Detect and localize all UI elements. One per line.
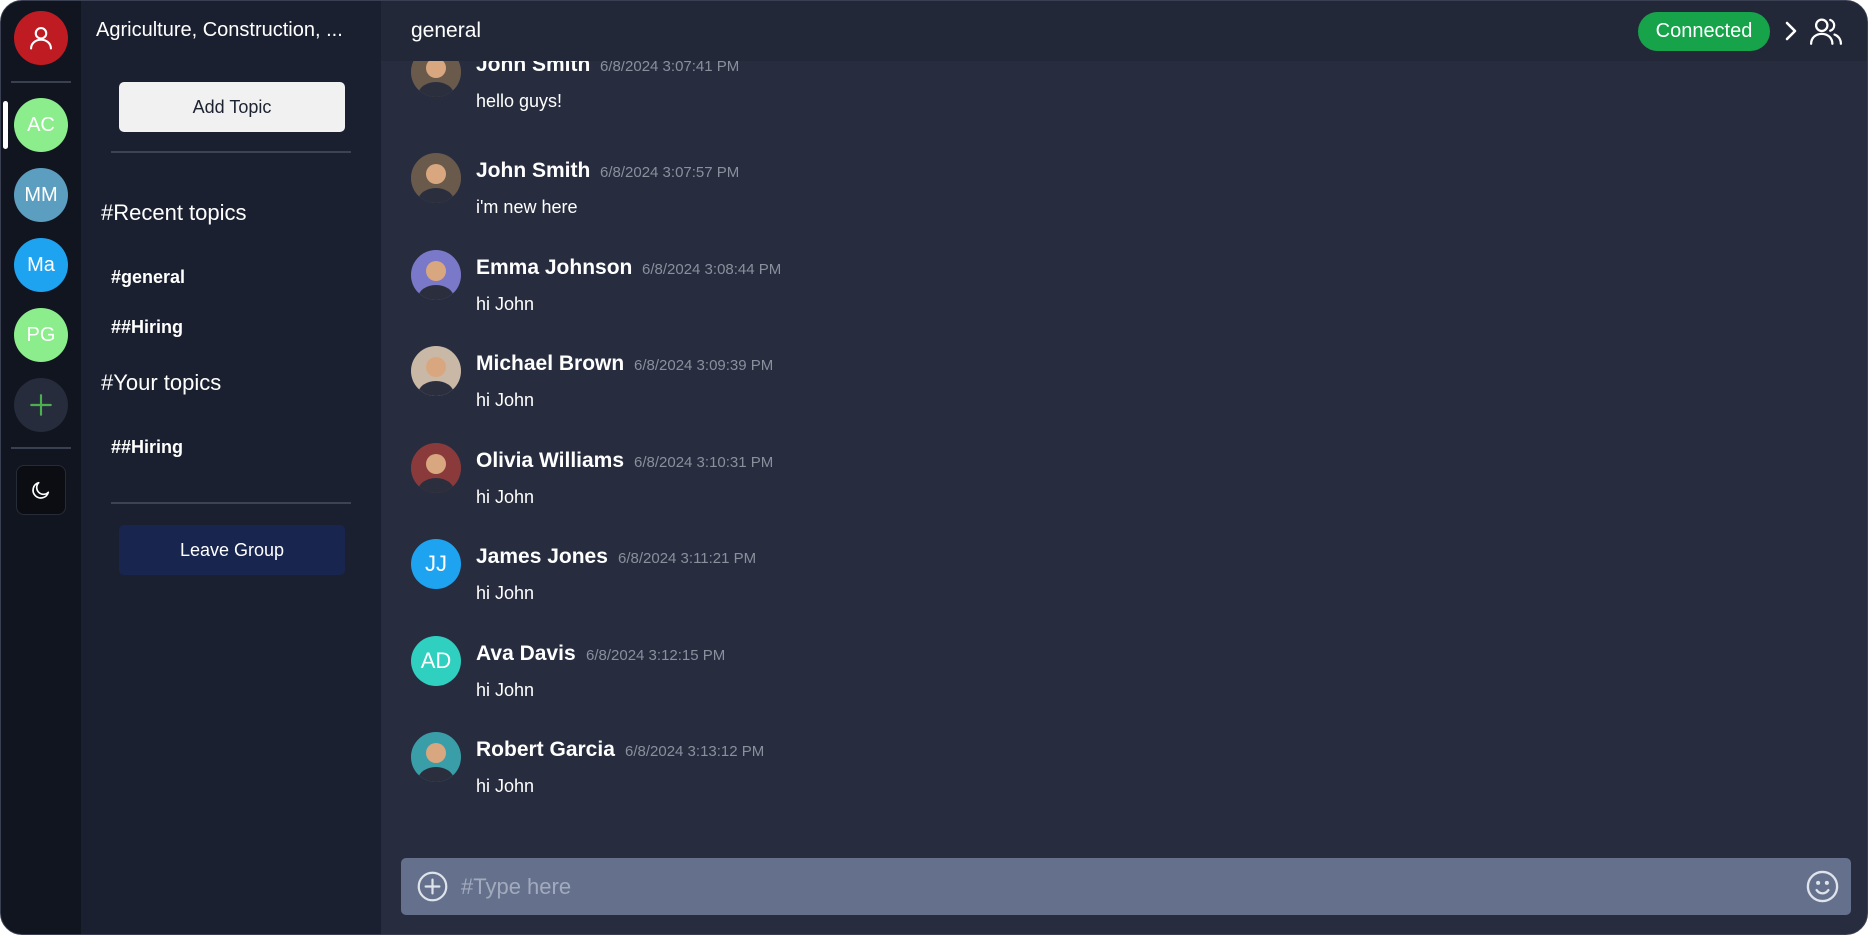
server-button-ac[interactable]: AC	[14, 98, 68, 152]
avatar	[411, 250, 461, 300]
add-server-button[interactable]	[14, 378, 68, 432]
user-photo-icon	[411, 346, 461, 396]
message-timestamp: 6/8/2024 3:11:21 PM	[618, 550, 757, 567]
active-server-indicator	[3, 101, 8, 149]
message-author: Emma Johnson	[476, 256, 633, 279]
members-button[interactable]	[1809, 14, 1843, 48]
message-timestamp: 6/8/2024 3:10:31 PM	[634, 454, 774, 471]
server-initials: MM	[24, 183, 58, 206]
leave-group-button[interactable]: Leave Group	[119, 525, 345, 575]
avatar	[411, 153, 461, 203]
plus-circle-icon	[417, 871, 448, 902]
message-item: John Smith 6/8/2024 3:07:41 PM hello guy…	[411, 61, 1811, 137]
message-author: John Smith	[476, 61, 591, 76]
message-timestamp: 6/8/2024 3:08:44 PM	[642, 261, 782, 278]
message-text: i'm new here	[476, 197, 578, 217]
message-author: James Jones	[476, 545, 608, 568]
topic-sidebar: Agriculture, Construction, ... Add Topic…	[81, 1, 381, 934]
add-topic-button[interactable]: Add Topic	[119, 82, 345, 132]
avatar	[411, 732, 461, 782]
expand-panel-button[interactable]	[1781, 17, 1801, 45]
message-author: John Smith	[476, 159, 591, 182]
message-composer	[401, 858, 1851, 915]
avatar: JJ	[411, 539, 461, 589]
emoji-button[interactable]	[1805, 869, 1840, 904]
moon-icon	[32, 481, 50, 499]
message-item: Emma Johnson 6/8/2024 3:08:44 PM hi John	[411, 250, 1811, 340]
message-item: Michael Brown 6/8/2024 3:09:39 PM hi Joh…	[411, 346, 1811, 436]
status-badge: Connected	[1638, 12, 1770, 51]
server-button-mm[interactable]: MM	[14, 168, 68, 222]
user-photo-icon	[411, 732, 461, 782]
message-item: AD Ava Davis 6/8/2024 3:12:15 PM hi John	[411, 636, 1811, 726]
message-author: Robert Garcia	[476, 738, 615, 761]
message-text: hi John	[476, 294, 535, 314]
app-window: AC MM Ma PG Agriculture, Construction, .…	[0, 0, 1868, 935]
server-button-pg[interactable]: PG	[14, 308, 68, 362]
avatar	[411, 61, 461, 97]
smiley-icon	[1806, 870, 1839, 903]
message-item: Olivia Williams 6/8/2024 3:10:31 PM hi J…	[411, 443, 1811, 533]
message-text: hi John	[476, 487, 535, 507]
message-timestamp: 6/8/2024 3:12:15 PM	[586, 647, 726, 664]
server-initials: Ma	[27, 253, 55, 276]
message-text: hi John	[476, 776, 535, 796]
rail-divider	[11, 81, 71, 83]
avatar	[411, 443, 461, 493]
user-photo-icon	[411, 250, 461, 300]
message-item: Robert Garcia 6/8/2024 3:13:12 PM hi Joh…	[411, 732, 1811, 822]
server-rail: AC MM Ma PG	[1, 1, 81, 934]
channel-title: general	[411, 19, 482, 42]
message-text: hello guys!	[476, 91, 563, 111]
sidebar-divider	[111, 502, 351, 504]
recent-topics-heading: #Recent topics	[101, 200, 247, 225]
rail-divider	[11, 447, 71, 449]
sidebar-divider	[111, 151, 351, 153]
message-text: hi John	[476, 583, 535, 603]
user-photo-icon	[411, 61, 461, 97]
message-author: Michael Brown	[476, 352, 625, 375]
avatar	[411, 346, 461, 396]
message-author: Olivia Williams	[476, 449, 625, 472]
message-timestamp: 6/8/2024 3:07:41 PM	[600, 61, 740, 75]
plus-icon	[30, 394, 52, 416]
avatar: AD	[411, 636, 461, 686]
user-icon	[30, 27, 52, 50]
user-photo-icon	[411, 443, 461, 493]
message-author: Ava Davis	[476, 642, 576, 665]
message-list: John Smith 6/8/2024 3:07:41 PM hello guy…	[381, 61, 1867, 841]
message-text: hi John	[476, 390, 535, 410]
message-item: John Smith 6/8/2024 3:07:57 PM i'm new h…	[411, 153, 1811, 243]
chevron-right-icon	[1785, 21, 1797, 41]
message-item: JJ James Jones 6/8/2024 3:11:21 PM hi Jo…	[411, 539, 1811, 629]
server-initials: PG	[26, 323, 56, 346]
message-timestamp: 6/8/2024 3:09:39 PM	[634, 357, 774, 374]
server-initials: AC	[27, 113, 55, 136]
group-name: Agriculture, Construction, ...	[96, 19, 343, 41]
message-input[interactable]	[461, 866, 1761, 907]
message-text: hi John	[476, 680, 535, 700]
theme-toggle-button[interactable]	[16, 465, 66, 515]
topic-item-general[interactable]: #general	[111, 267, 185, 288]
chat-header: general Connected	[381, 1, 1867, 61]
user-photo-icon	[411, 153, 461, 203]
users-icon	[1809, 18, 1843, 45]
topic-item-hiring[interactable]: ##Hiring	[111, 317, 183, 338]
profile-button[interactable]	[14, 11, 68, 65]
message-timestamp: 6/8/2024 3:07:57 PM	[600, 164, 740, 181]
server-button-ma[interactable]: Ma	[14, 238, 68, 292]
attach-button[interactable]	[416, 870, 449, 903]
your-topic-item-hiring[interactable]: ##Hiring	[111, 437, 183, 458]
your-topics-heading: #Your topics	[101, 370, 222, 395]
message-timestamp: 6/8/2024 3:13:12 PM	[625, 743, 765, 760]
